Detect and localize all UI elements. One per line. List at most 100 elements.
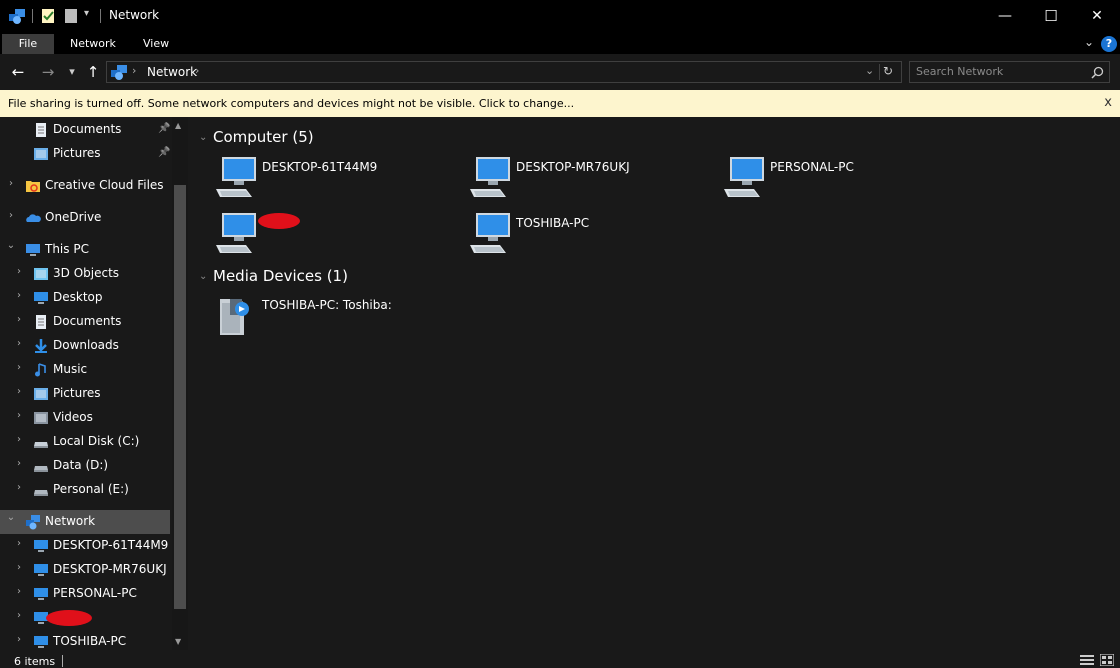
tile-label[interactable]: TOSHIBA-PC xyxy=(516,216,589,230)
expand-chevron-icon[interactable]: › xyxy=(14,482,24,493)
expand-chevron-icon[interactable]: › xyxy=(14,586,24,597)
search-icon[interactable] xyxy=(1091,66,1104,79)
close-button[interactable]: ✕ xyxy=(1074,0,1120,32)
computer-icon xyxy=(34,636,48,648)
computer-tile[interactable]: PERSONAL-PC xyxy=(720,155,970,205)
customize-qat-icon[interactable]: ▾ xyxy=(84,8,89,19)
properties-icon[interactable] xyxy=(40,7,56,25)
sidebar-item[interactable]: › DESKTOP-61T44M9 xyxy=(0,534,170,558)
breadcrumb-chevron-icon[interactable]: › xyxy=(132,64,136,77)
sidebar-item-label: TOSHIBA-PC xyxy=(53,634,127,648)
breadcrumb-network[interactable]: Network xyxy=(147,65,197,79)
minimize-button[interactable]: — xyxy=(982,0,1028,32)
forward-button[interactable]: → xyxy=(38,62,58,82)
sidebar-item[interactable]: › Videos xyxy=(0,406,170,430)
breadcrumb-chevron-icon[interactable]: › xyxy=(195,64,199,77)
expand-chevron-icon[interactable]: › xyxy=(14,410,24,421)
sidebar-item[interactable]: Documents 📌 xyxy=(0,118,170,142)
group-header-media-devices[interactable]: ⌄ Media Devices (1) xyxy=(199,266,348,286)
details-view-icon[interactable] xyxy=(1080,654,1094,666)
expand-chevron-icon[interactable]: › xyxy=(14,362,24,373)
expand-chevron-icon[interactable]: › xyxy=(14,338,24,349)
title-bar: ▾ Network — ☐ ✕ xyxy=(0,0,1120,32)
address-bar[interactable]: › Network › ⌄ ↻ xyxy=(106,61,902,83)
sidebar-item[interactable]: › Data (D:) xyxy=(0,454,170,478)
sidebar-item[interactable]: › 3D Objects xyxy=(0,262,170,286)
expand-chevron-icon[interactable]: › xyxy=(14,458,24,469)
sidebar-item[interactable]: › TOSHIBA-PC xyxy=(0,630,170,650)
scrollbar-thumb[interactable] xyxy=(174,185,186,609)
tile-label[interactable]: DESKTOP-61T44M9 xyxy=(262,160,377,174)
expand-chevron-icon[interactable]: › xyxy=(14,610,24,621)
collapse-chevron-icon[interactable]: ⌄ xyxy=(199,132,211,143)
refresh-icon[interactable]: ↻ xyxy=(883,64,893,78)
sidebar-item[interactable]: › Pictures xyxy=(0,382,170,406)
sidebar-item[interactable]: › Personal (E:) xyxy=(0,478,170,502)
sidebar-item[interactable]: › Desktop xyxy=(0,286,170,310)
sidebar-item[interactable]: › Local Disk (C:) xyxy=(0,430,170,454)
sidebar-item[interactable]: ⌄ This PC xyxy=(0,238,170,262)
media-server-icon xyxy=(220,299,249,335)
sidebar-item-label: 3D Objects xyxy=(53,266,120,280)
up-button[interactable]: ↑ xyxy=(83,62,103,82)
sidebar-item[interactable]: › Creative Cloud Files xyxy=(0,174,170,198)
expand-ribbon-icon[interactable]: ⌄ xyxy=(1084,35,1094,49)
expand-chevron-icon[interactable]: › xyxy=(14,386,24,397)
scroll-down-icon[interactable]: ▼ xyxy=(175,637,181,646)
expand-chevron-icon[interactable]: › xyxy=(14,538,24,549)
computer-tile[interactable]: DESKTOP-61T44M9 xyxy=(212,155,462,205)
sidebar-item[interactable]: Pictures 📌 xyxy=(0,142,170,166)
pin-icon[interactable]: 📌 xyxy=(158,147,170,158)
sidebar-item[interactable]: › Music xyxy=(0,358,170,382)
recent-locations-button[interactable]: ▾ xyxy=(62,62,82,82)
sidebar-item[interactable]: ⌄ Network xyxy=(0,510,170,534)
infobar-close-button[interactable]: x xyxy=(1104,95,1112,110)
expand-chevron-icon[interactable]: › xyxy=(14,634,24,645)
pin-icon[interactable]: 📌 xyxy=(158,123,170,134)
sidebar-item[interactable]: › xyxy=(0,606,170,630)
expand-chevron-icon[interactable]: › xyxy=(6,178,16,189)
tab-view[interactable]: View xyxy=(131,34,181,54)
tab-file[interactable]: File xyxy=(2,34,54,54)
media-device-tile[interactable]: TOSHIBA-PC: Toshiba: xyxy=(212,293,462,343)
address-dropdown-icon[interactable]: ⌄ xyxy=(865,64,874,77)
sidebar-item-label: Data (D:) xyxy=(53,458,109,472)
expand-chevron-icon[interactable]: › xyxy=(14,434,24,445)
expanded-chevron-icon[interactable]: ⌄ xyxy=(6,512,16,523)
group-header-computer[interactable]: ⌄ Computer (5) xyxy=(199,127,314,147)
sidebar-item[interactable]: › OneDrive xyxy=(0,206,170,230)
sidebar-item[interactable]: › PERSONAL-PC xyxy=(0,582,170,606)
maximize-button[interactable]: ☐ xyxy=(1028,0,1074,32)
desktop-icon xyxy=(34,292,48,304)
network-icon xyxy=(26,515,40,530)
tab-network[interactable]: Network xyxy=(58,34,128,54)
collapse-chevron-icon[interactable]: ⌄ xyxy=(199,271,211,282)
expand-chevron-icon[interactable]: › xyxy=(14,314,24,325)
expand-chevron-icon[interactable]: › xyxy=(6,210,16,221)
infobar-message[interactable]: File sharing is turned off. Some network… xyxy=(8,97,574,110)
sidebar-item[interactable]: › DESKTOP-MR76UKJ xyxy=(0,558,170,582)
sidebar-item[interactable]: › Documents xyxy=(0,310,170,334)
expand-chevron-icon[interactable]: › xyxy=(14,266,24,277)
computer-tile[interactable] xyxy=(212,211,462,261)
file-sharing-infobar[interactable]: File sharing is turned off. Some network… xyxy=(0,90,1120,117)
expand-chevron-icon[interactable]: › xyxy=(14,290,24,301)
computer-tile[interactable]: TOSHIBA-PC xyxy=(466,211,716,261)
scroll-up-icon[interactable]: ▲ xyxy=(175,121,181,130)
navigation-pane-scrollbar[interactable]: ▲ ▼ xyxy=(172,117,188,650)
tile-label[interactable]: DESKTOP-MR76UKJ xyxy=(516,160,630,174)
expanded-chevron-icon[interactable]: ⌄ xyxy=(6,240,16,251)
computer-tile[interactable]: DESKTOP-MR76UKJ xyxy=(466,155,716,205)
large-icons-view-icon[interactable] xyxy=(1100,654,1114,666)
network-app-icon[interactable] xyxy=(8,7,26,25)
search-input[interactable] xyxy=(916,65,1086,78)
new-folder-icon[interactable] xyxy=(63,7,79,25)
tile-label[interactable]: TOSHIBA-PC: Toshiba: xyxy=(262,298,392,312)
content-pane: ⌄ Computer (5) DESKTOP-61T44M9 DESKTOP-M… xyxy=(188,117,1120,650)
back-button[interactable]: ← xyxy=(8,62,28,82)
tile-label[interactable]: PERSONAL-PC xyxy=(770,160,854,174)
sidebar-item[interactable]: › Downloads xyxy=(0,334,170,358)
help-button[interactable]: ? xyxy=(1101,36,1117,52)
search-box[interactable] xyxy=(909,61,1110,83)
expand-chevron-icon[interactable]: › xyxy=(14,562,24,573)
